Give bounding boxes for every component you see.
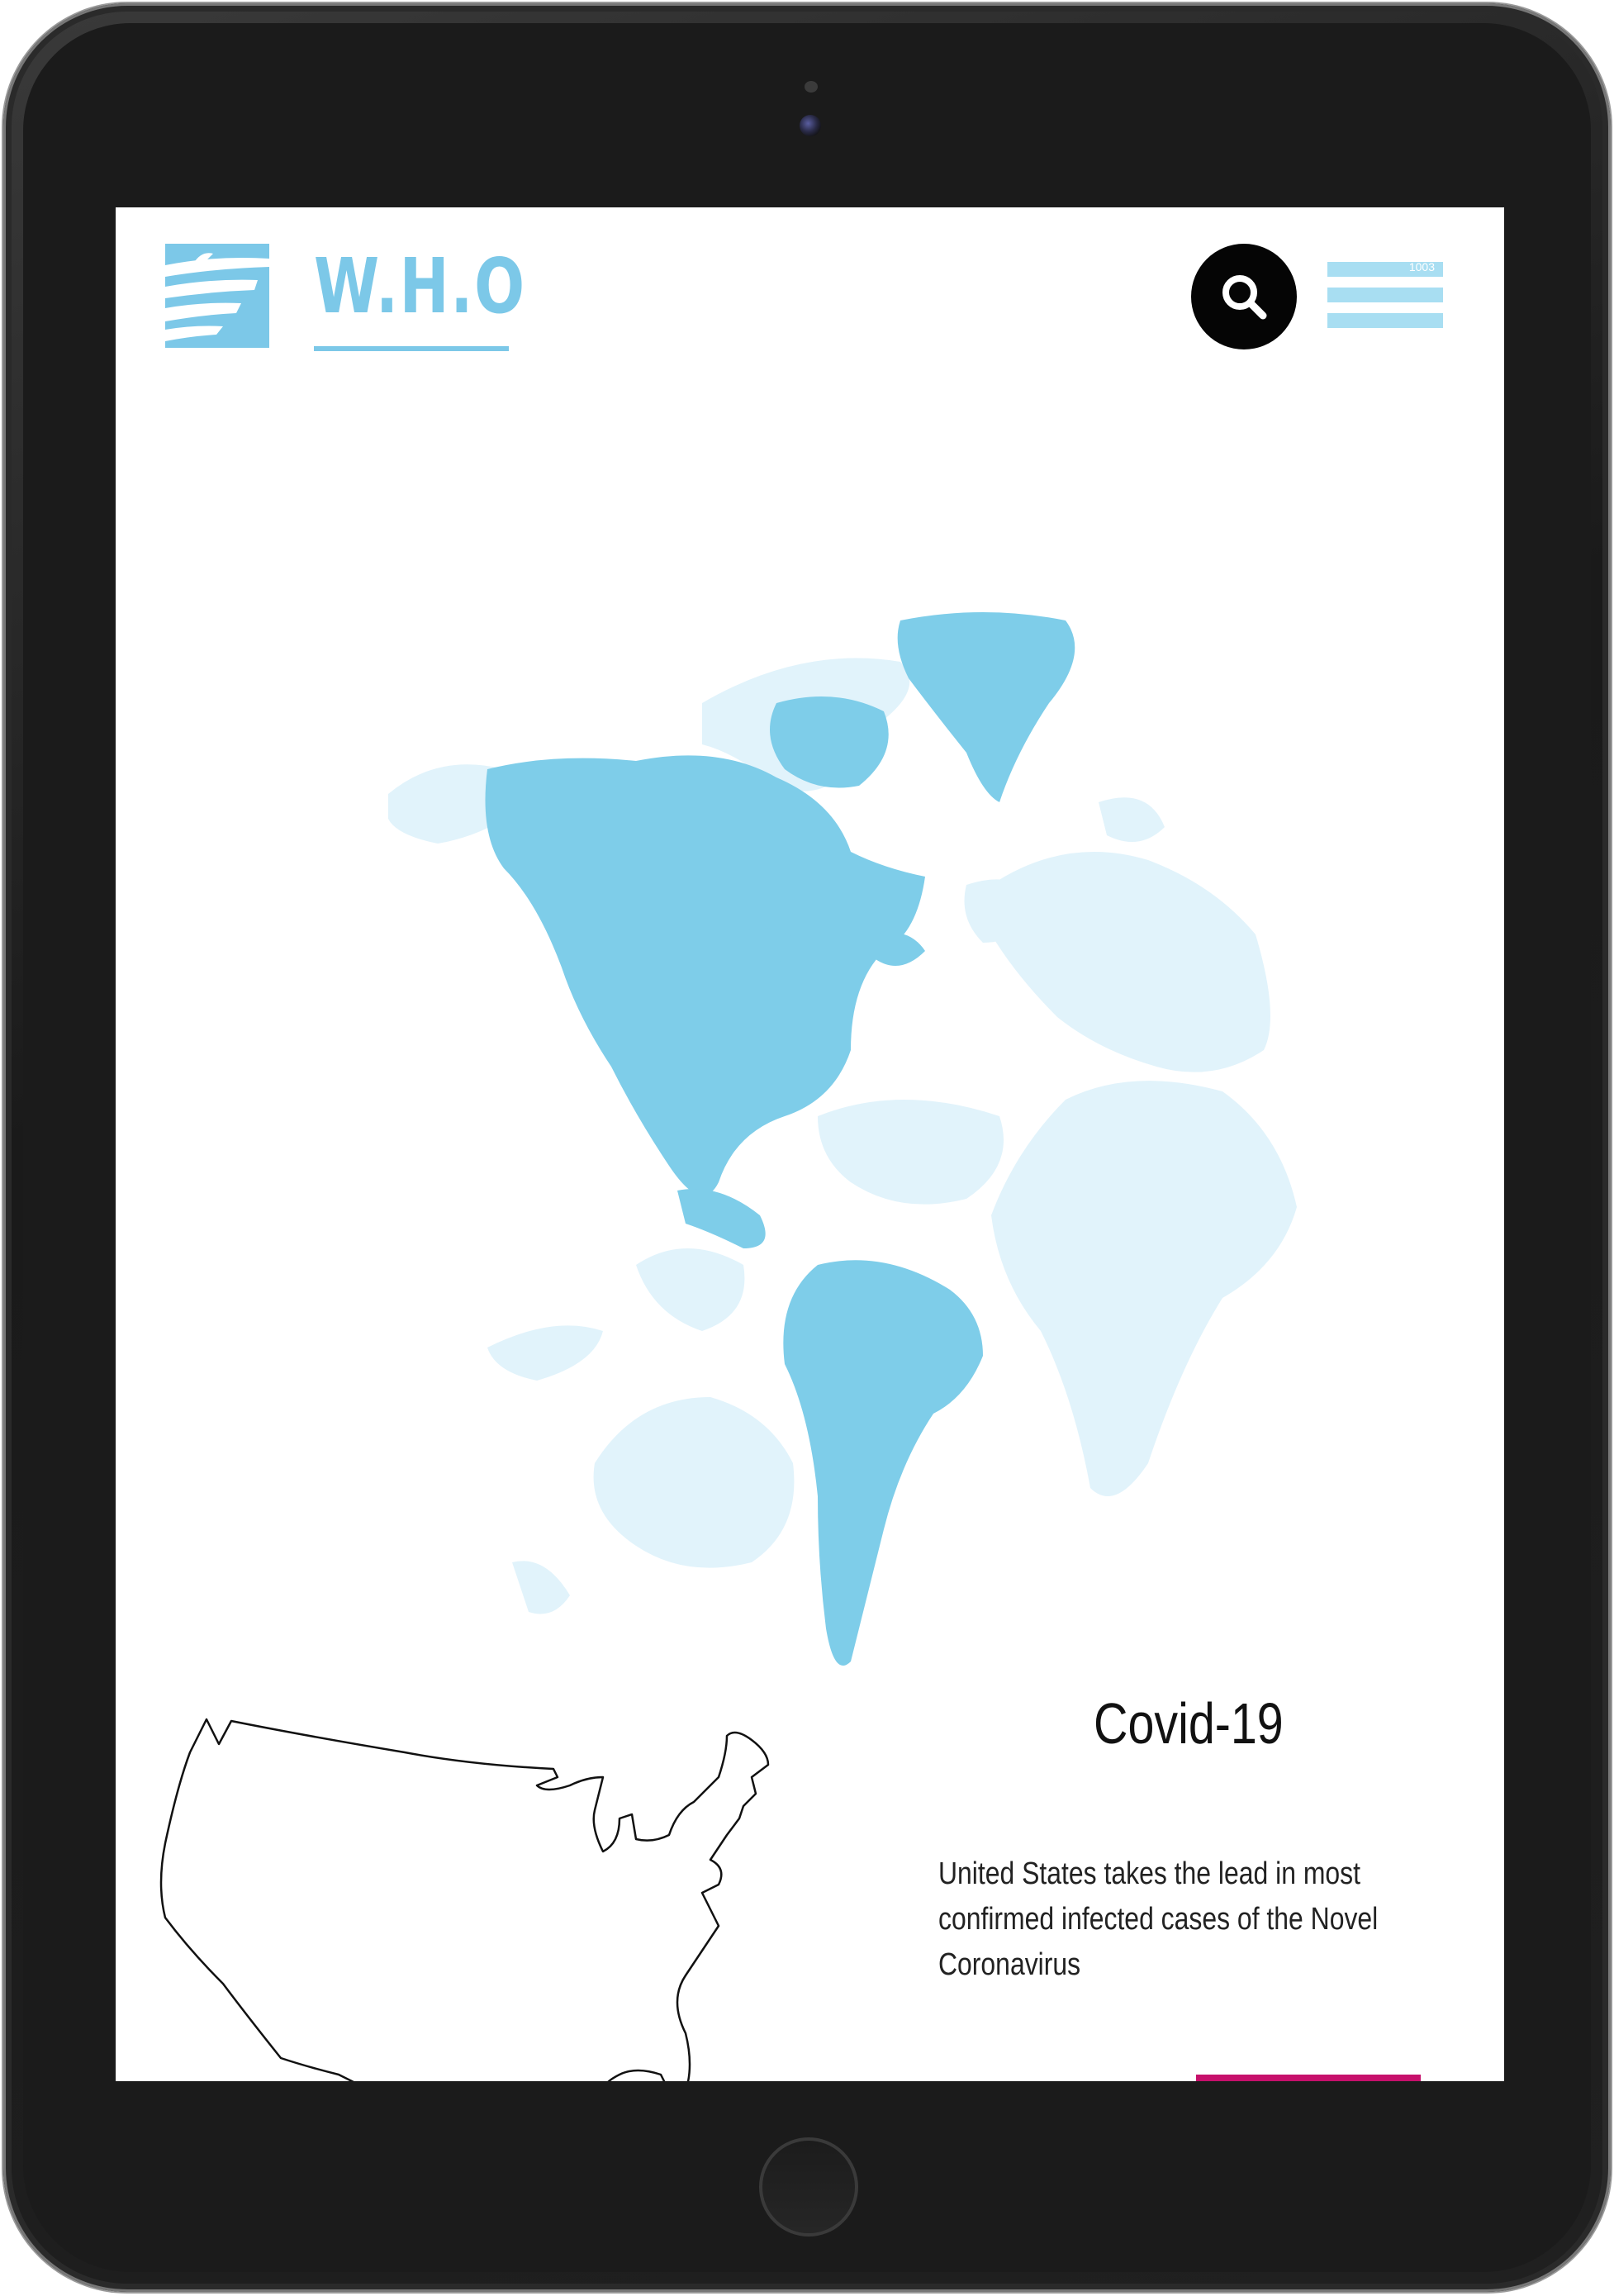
menu-button[interactable]: 1003	[1327, 260, 1443, 328]
read-more-button[interactable]	[1196, 2075, 1421, 2081]
wing-logo-icon[interactable]	[165, 244, 269, 348]
search-icon	[1222, 275, 1267, 320]
front-camera-icon	[800, 115, 821, 136]
menu-bar	[1327, 313, 1443, 328]
app-screen: W.H.O 1003 Covid-19 United States takes …	[116, 207, 1504, 2081]
article-description: United States takes the lead in most con…	[938, 1856, 1379, 1982]
search-button[interactable]	[1191, 244, 1297, 349]
sensor-icon	[805, 81, 818, 93]
world-map-image	[388, 612, 1297, 1666]
us-map-outline-image	[159, 1718, 770, 2081]
menu-bar	[1327, 288, 1443, 302]
logo-text[interactable]: W.H.O	[314, 249, 526, 325]
logo-underline	[314, 346, 509, 351]
tablet-device-frame: W.H.O 1003 Covid-19 United States takes …	[3, 3, 1611, 2292]
menu-tag: 1003	[1408, 260, 1435, 273]
home-button[interactable]	[759, 2137, 858, 2237]
article-title: Covid-19	[1094, 1691, 1284, 1756]
